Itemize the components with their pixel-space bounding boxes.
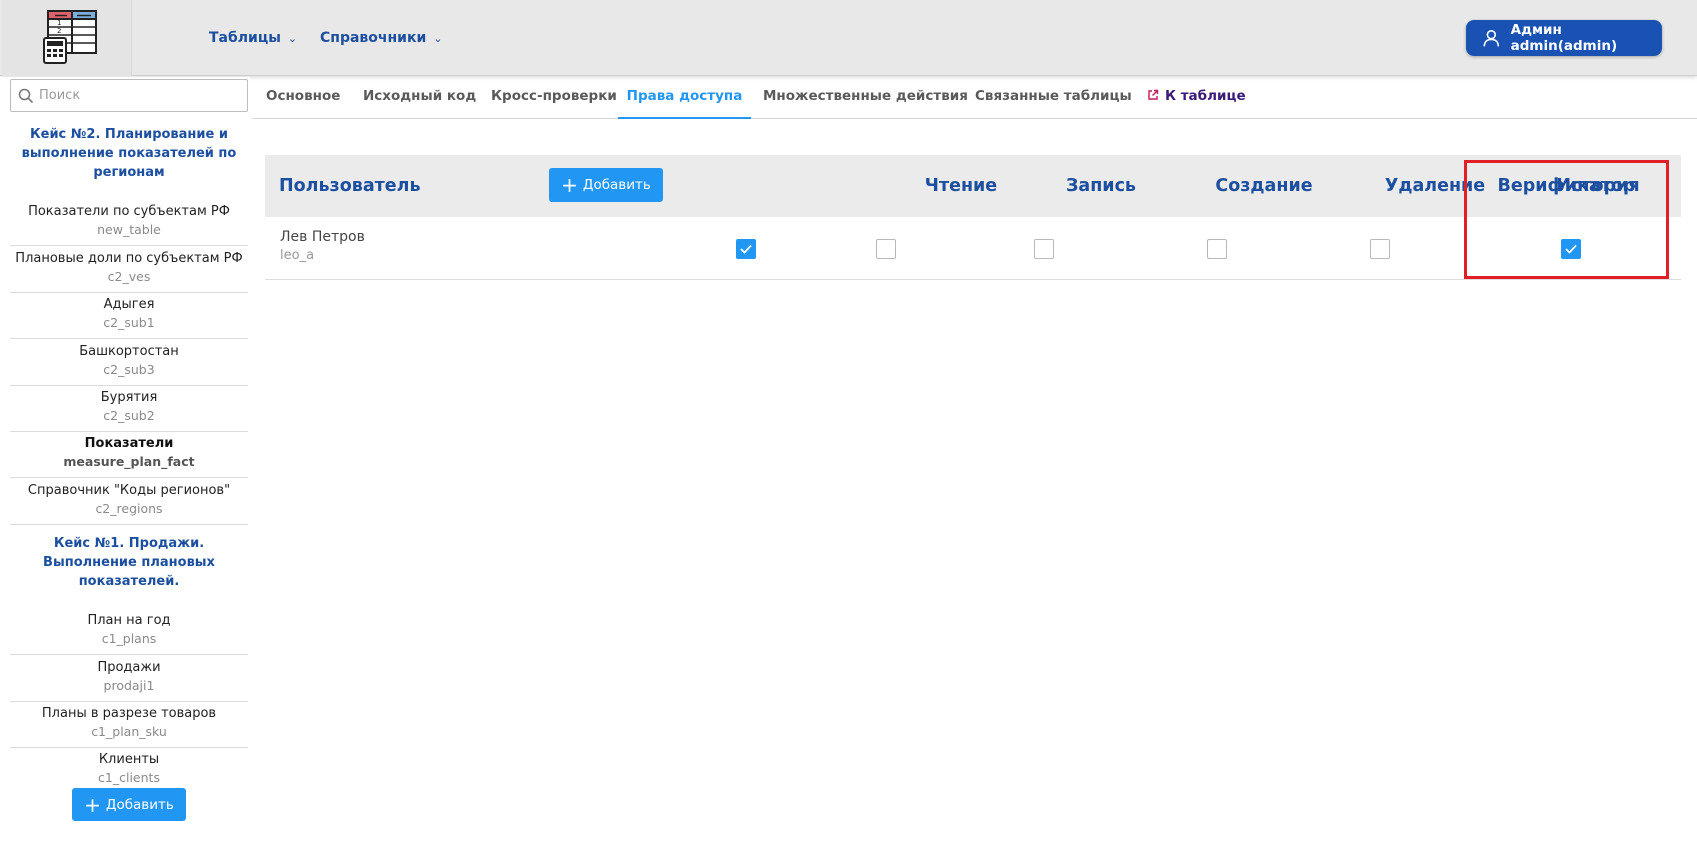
sidebar-item-title: Плановые доли по субъектам РФ xyxy=(15,251,243,266)
sidebar-item-title: Показатели по субъектам РФ xyxy=(28,204,230,219)
sidebar-item-code: c2_ves xyxy=(107,269,151,284)
tab-related-tables[interactable]: Связанные таблицы xyxy=(975,77,1132,119)
sidebar-section-title[interactable]: Кейс №2. Планирование и выполнение показ… xyxy=(10,125,248,182)
sidebar-item-c1-plans[interactable]: План на год c1_plans xyxy=(10,609,248,655)
user-icon xyxy=(1483,30,1500,47)
sidebar-item-code: c2_sub2 xyxy=(103,408,155,423)
sidebar: Кейс №2. Планирование и выполнение показ… xyxy=(0,77,250,842)
sidebar-item-c2-sub1[interactable]: Адыгея c2_sub1 xyxy=(10,293,248,339)
plus-icon: + xyxy=(84,792,101,817)
sidebar-add-button[interactable]: + Добавить xyxy=(72,788,186,821)
plus-icon: + xyxy=(561,173,578,197)
logo[interactable]: 1 2 xyxy=(2,0,132,76)
sidebar-item-title: Справочник "Коды регионов" xyxy=(27,483,231,498)
sidebar-item-code: c2_sub3 xyxy=(103,362,155,377)
tab-main[interactable]: Основное xyxy=(266,77,340,119)
sidebar-item-code: prodaji1 xyxy=(103,678,155,693)
sidebar-item-c2-ves[interactable]: Плановые доли по субъектам РФ c2_ves xyxy=(10,247,248,293)
nav-tables-menu[interactable]: Таблицы ⌄ xyxy=(209,0,297,76)
create-checkbox[interactable] xyxy=(1034,239,1054,259)
sidebar-item-new-table[interactable]: Показатели по субъектам РФ new_table xyxy=(10,200,248,246)
sidebar-item-title: Планы в разрезе товаров xyxy=(41,706,217,721)
sidebar-item-code: measure_plan_fact xyxy=(63,454,195,469)
chevron-down-icon: ⌄ xyxy=(433,31,443,45)
search-icon xyxy=(18,88,34,103)
nav-dictionaries-label: Справочники xyxy=(320,30,427,46)
sidebar-item-c2-regions[interactable]: Справочник "Коды регионов" c2_regions xyxy=(10,479,248,525)
sidebar-item-c1-plan-sku[interactable]: Планы в разрезе товаров c1_plan_sku xyxy=(10,702,248,748)
spreadsheet-calculator-icon: 1 2 xyxy=(43,10,97,64)
write-checkbox[interactable] xyxy=(876,239,896,259)
sidebar-item-code: c2_regions xyxy=(95,501,163,516)
user-login: leo_a xyxy=(280,248,315,263)
svg-text:2: 2 xyxy=(57,27,61,35)
sidebar-item-c2-sub2[interactable]: Бурятия c2_sub2 xyxy=(10,386,248,432)
chevron-down-icon: ⌄ xyxy=(287,31,298,45)
sidebar-item-code: c1_clients xyxy=(98,770,160,785)
sidebar-item-code: c1_plan_sku xyxy=(91,724,167,739)
tab-cross-checks[interactable]: Кросс-проверки xyxy=(491,77,617,119)
sidebar-item-title: Показатели xyxy=(84,436,174,451)
sidebar-item-title: Адыгея xyxy=(103,297,155,312)
delete-checkbox[interactable] xyxy=(1207,239,1227,259)
tab-go-to-table-label: К таблице xyxy=(1165,88,1246,104)
column-header-user: Пользователь xyxy=(279,176,421,196)
user-menu-button[interactable]: Админ admin(admin) xyxy=(1466,20,1662,56)
verifier-column-highlight xyxy=(1464,160,1669,279)
sidebar-item-title: Клиенты xyxy=(98,752,160,767)
tab-bulk-actions[interactable]: Множественные действия xyxy=(763,77,968,119)
user-button-label: Админ admin(admin) xyxy=(1510,22,1618,54)
add-user-label: Добавить xyxy=(582,177,651,193)
sidebar-item-code: c1_plans xyxy=(101,631,157,646)
table-settings-tabs: Основное Исходный код Кросс-проверки Пра… xyxy=(252,77,1697,119)
sidebar-search[interactable] xyxy=(10,79,248,112)
sidebar-item-title: Бурятия xyxy=(100,390,158,405)
nav-dictionaries-menu[interactable]: Справочники ⌄ xyxy=(320,0,443,76)
sidebar-item-c2-sub3[interactable]: Башкортостан c2_sub3 xyxy=(10,340,248,386)
sidebar-add-label: Добавить xyxy=(105,796,174,813)
checkmark-icon xyxy=(740,244,752,254)
tab-go-to-table[interactable]: К таблице xyxy=(1147,77,1246,119)
sidebar-item-title: Продажи xyxy=(97,660,161,675)
read-checkbox[interactable] xyxy=(736,239,756,259)
sidebar-section-title[interactable]: Кейс №1. Продажи. Выполнение плановых по… xyxy=(10,534,248,591)
history-checkbox[interactable] xyxy=(1370,239,1390,259)
column-header-read: Чтение xyxy=(924,176,998,196)
tab-access-rights[interactable]: Права доступа xyxy=(618,77,751,119)
sidebar-item-code: c2_sub1 xyxy=(103,315,155,330)
sidebar-item-code: new_table xyxy=(97,222,161,237)
nav-tables-label: Таблицы xyxy=(209,30,281,46)
svg-text:1: 1 xyxy=(57,19,61,27)
sidebar-item-prodaji1[interactable]: Продажи prodaji1 xyxy=(10,656,248,702)
sidebar-item-title: План на год xyxy=(87,613,171,628)
add-user-button[interactable]: + Добавить xyxy=(549,168,663,202)
column-header-write: Запись xyxy=(1065,176,1137,196)
app-header: 1 2 Таблицы ⌄ Справочники ⌄ Админ admin(… xyxy=(0,0,1697,76)
external-link-icon xyxy=(1148,89,1159,100)
sidebar-item-measure-plan-fact[interactable]: Показатели measure_plan_fact xyxy=(10,432,248,478)
search-input[interactable] xyxy=(39,88,239,103)
sidebar-item-title: Башкортостан xyxy=(79,344,179,359)
user-name: Лев Петров xyxy=(280,229,365,245)
tab-source-code[interactable]: Исходный код xyxy=(363,77,476,119)
column-header-create: Создание xyxy=(1215,176,1313,196)
